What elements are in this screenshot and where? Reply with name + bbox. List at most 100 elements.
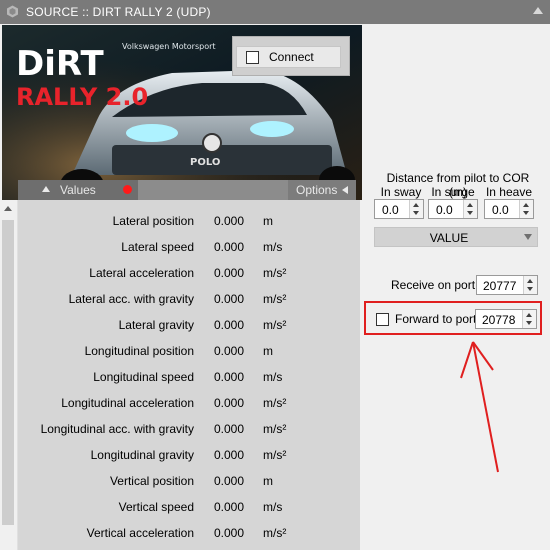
forward-port-checkbox[interactable] [376, 313, 389, 326]
forward-port-value[interactable]: 20778 [482, 313, 515, 327]
value-name: Longitudinal speed [93, 370, 194, 384]
value-number: 0.000 [214, 266, 245, 280]
value-unit: m/s [263, 370, 283, 384]
arrow-up-icon[interactable] [467, 203, 473, 207]
value-unit: m/s² [263, 396, 287, 410]
value-number: 0.000 [214, 448, 245, 462]
tab-values-label: Values [60, 183, 96, 197]
value-number: 0.000 [214, 318, 245, 332]
values-panel: Lateral position 0.000 m Lateral speed 0… [18, 200, 360, 550]
arrow-down-icon[interactable] [413, 211, 419, 215]
sway-label: In sway [380, 185, 422, 199]
car-brand-text: Volkswagen Motorsport [122, 42, 216, 51]
value-row: Lateral acceleration 0.000 m/s² [18, 262, 360, 282]
arrow-down-icon[interactable] [527, 287, 533, 291]
receive-port-stepper[interactable]: 20777 [476, 275, 538, 295]
value-row: Longitudinal acc. with gravity 0.000 m/s… [18, 418, 360, 438]
value-row: Lateral acc. with gravity 0.000 m/s² [18, 288, 360, 308]
triangle-left-icon [342, 186, 348, 194]
value-row: Lateral speed 0.000 m/s [18, 236, 360, 256]
value-name: Lateral acceleration [89, 266, 194, 280]
connect-button[interactable]: Connect [236, 46, 341, 68]
status-dot-icon [123, 185, 132, 194]
surge-value[interactable]: 0.0 [436, 203, 453, 217]
stepper-buttons[interactable] [522, 310, 536, 328]
value-number: 0.000 [214, 344, 245, 358]
arrow-down-icon[interactable] [523, 211, 529, 215]
value-name: Longitudinal acceleration [61, 396, 194, 410]
value-name: Vertical position [109, 474, 194, 488]
heave-value[interactable]: 0.0 [492, 203, 509, 217]
value-number: 0.000 [214, 396, 245, 410]
value-number: 0.000 [214, 526, 245, 540]
value-row: Longitudinal position 0.000 m [18, 340, 360, 360]
sway-value[interactable]: 0.0 [382, 203, 399, 217]
forward-port-stepper[interactable]: 20778 [475, 309, 537, 329]
forward-port-label: Forward to port [395, 312, 477, 326]
receive-port-label: Receive on port [391, 278, 476, 292]
value-row: Vertical acceleration 0.000 m/s² [18, 522, 360, 542]
value-number: 0.000 [214, 500, 245, 514]
stepper-buttons[interactable] [463, 200, 477, 218]
triangle-up-icon [42, 186, 50, 192]
value-name: Lateral acc. with gravity [68, 292, 194, 306]
arrow-up-icon[interactable] [523, 203, 529, 207]
value-unit: m/s² [263, 526, 287, 540]
value-number: 0.000 [214, 474, 245, 488]
value-row: Vertical speed 0.000 m/s [18, 496, 360, 516]
value-name: Vertical acceleration [86, 526, 194, 540]
tab-values[interactable]: Values [18, 180, 138, 200]
connect-checkbox[interactable] [246, 51, 259, 64]
value-unit: m [263, 344, 273, 358]
heave-stepper[interactable]: 0.0 [484, 199, 534, 219]
value-name: Lateral position [112, 214, 194, 228]
receive-port-value[interactable]: 20777 [483, 279, 516, 293]
value-row: Lateral gravity 0.000 m/s² [18, 314, 360, 334]
stepper-buttons[interactable] [519, 200, 533, 218]
arrow-down-icon[interactable] [467, 211, 473, 215]
hexagon-logo-icon [7, 5, 18, 18]
surge-stepper[interactable]: 0.0 [428, 199, 478, 219]
arrow-down-icon[interactable] [526, 321, 532, 325]
stepper-buttons[interactable] [523, 276, 537, 294]
value-unit: m/s [263, 240, 283, 254]
value-unit: m [263, 214, 273, 228]
value-name: Longitudinal position [84, 344, 194, 358]
title-bar: SOURCE :: DIRT RALLY 2 (UDP) [0, 0, 550, 24]
value-name: Lateral gravity [118, 318, 194, 332]
value-unit: m/s² [263, 448, 287, 462]
arrow-up-icon[interactable] [527, 279, 533, 283]
value-row: Lateral position 0.000 m [18, 210, 360, 230]
mode-dropdown-value: VALUE [429, 231, 469, 245]
value-number: 0.000 [214, 240, 245, 254]
tab-options[interactable]: Options [288, 180, 356, 200]
heave-label: In heave [485, 185, 533, 199]
sway-stepper[interactable]: 0.0 [374, 199, 424, 219]
value-name: Longitudinal gravity [90, 448, 194, 462]
value-unit: m/s² [263, 318, 287, 332]
value-unit: m/s² [263, 422, 287, 436]
surge-label: In surge [431, 185, 475, 199]
value-number: 0.000 [214, 292, 245, 306]
scroll-up-icon[interactable] [4, 206, 12, 211]
chevron-down-icon[interactable] [524, 234, 532, 240]
window-title: SOURCE :: DIRT RALLY 2 (UDP) [26, 5, 211, 19]
value-row: Vertical position 0.000 m [18, 470, 360, 490]
stepper-buttons[interactable] [409, 200, 423, 218]
arrow-up-icon[interactable] [413, 203, 419, 207]
car-plate-text: POLO [190, 157, 220, 168]
value-row: Longitudinal acceleration 0.000 m/s² [18, 392, 360, 412]
scrollbar-thumb[interactable] [2, 220, 14, 525]
value-unit: m/s² [263, 292, 287, 306]
arrow-up-icon[interactable] [526, 313, 532, 317]
value-unit: m/s² [263, 266, 287, 280]
value-row: Longitudinal gravity 0.000 m/s² [18, 444, 360, 464]
value-name: Vertical speed [118, 500, 194, 514]
triangle-up-icon[interactable] [533, 7, 543, 14]
mode-dropdown[interactable]: VALUE [374, 227, 538, 247]
rally-logo-text: RALLY 2.0 [16, 83, 148, 111]
dirt-logo-text: DiRT [16, 44, 105, 84]
connect-label: Connect [269, 50, 314, 64]
vertical-scrollbar[interactable] [0, 200, 18, 550]
value-name: Lateral speed [121, 240, 194, 254]
